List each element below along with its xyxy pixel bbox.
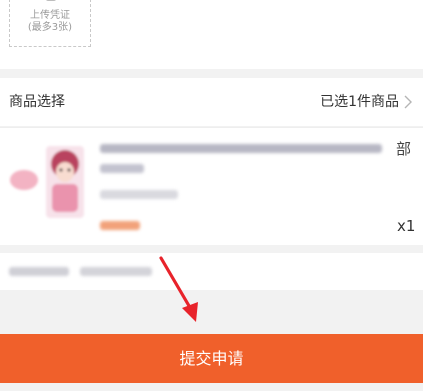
goods-select-row[interactable]: 商品选择 已选1件商品 — [0, 78, 423, 126]
product-item: 部 x1 — [0, 127, 423, 245]
product-name-line-1 — [100, 144, 382, 153]
product-name-line-2 — [100, 164, 144, 173]
product-name-tail: 部 — [396, 140, 412, 158]
upload-limit-hint: (最多3张) — [27, 22, 73, 33]
info-row — [0, 253, 423, 290]
product-price — [100, 221, 140, 230]
goods-selected-count: 已选1件商品 — [320, 94, 399, 110]
upload-section: 上传凭证 (最多3张) — [0, 0, 423, 69]
info-label — [9, 267, 69, 276]
product-quantity: x1 — [397, 217, 416, 235]
upload-label: 上传凭证 — [30, 10, 70, 21]
upload-voucher-button[interactable]: 上传凭证 (最多3张) — [9, 0, 91, 47]
product-thumbnail — [10, 146, 84, 218]
chevron-right-icon — [404, 95, 412, 109]
product-spec — [100, 190, 178, 199]
goods-select-title: 商品选择 — [9, 94, 65, 110]
annotation-arrow-icon — [159, 256, 198, 322]
camera-icon — [46, 0, 56, 1]
info-value — [80, 267, 152, 276]
submit-application-button[interactable]: 提交申请 — [0, 334, 423, 383]
